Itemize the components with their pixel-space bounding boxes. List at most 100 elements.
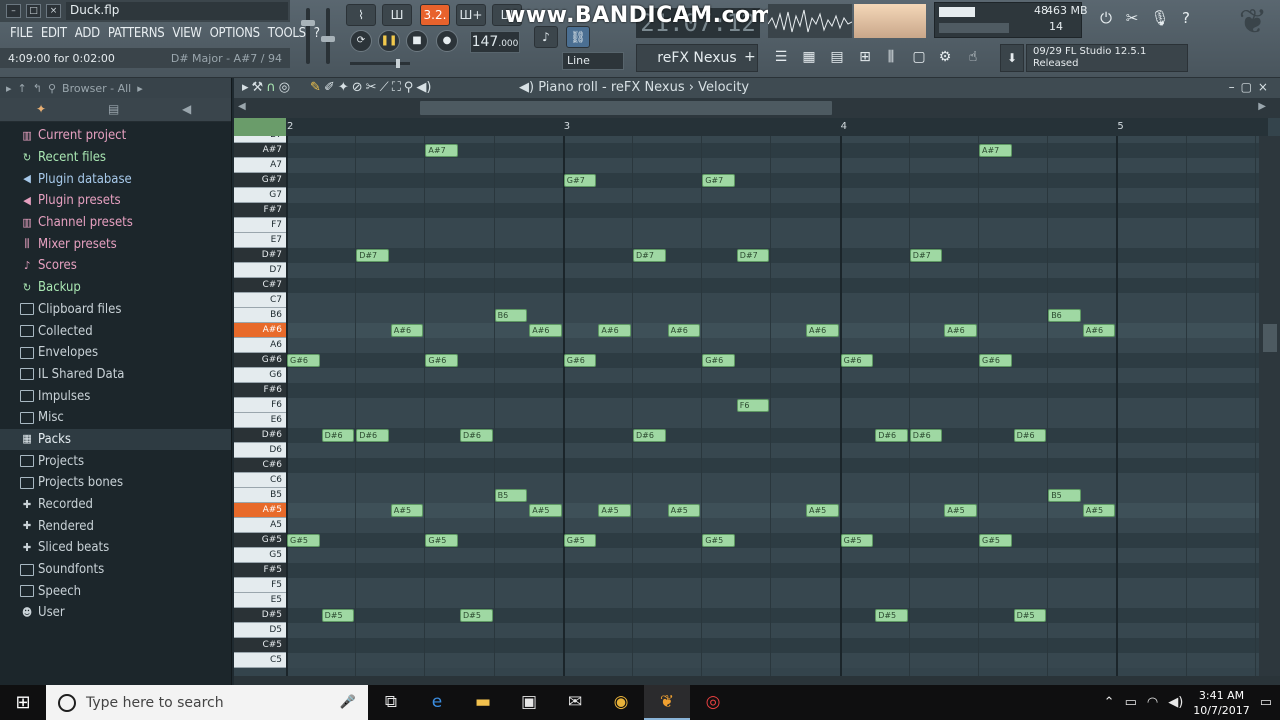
master-volume-slider[interactable]	[301, 8, 315, 64]
note[interactable]: A#5	[529, 504, 562, 517]
note[interactable]: D#5	[875, 609, 908, 622]
browser-item-rendered[interactable]: ✚ Rendered	[0, 515, 231, 537]
select-icon[interactable]: ⟋	[380, 80, 389, 95]
note[interactable]: A#5	[1082, 504, 1116, 517]
browser-item-il-shared-data[interactable]: IL Shared Data	[0, 364, 231, 386]
piano-roll-icon[interactable]: ▦	[798, 44, 820, 70]
scroll-thumb[interactable]	[420, 101, 832, 115]
undo-history-icon[interactable]: ⏻	[1094, 4, 1118, 32]
loop-icon[interactable]: ⟳	[350, 30, 372, 52]
file-explorer-icon[interactable]: ▬	[460, 685, 506, 720]
channel-selector[interactable]: reFX Nexus	[636, 44, 758, 72]
search-icon[interactable]: ⚲	[48, 82, 56, 95]
event-editor-divider[interactable]	[234, 676, 1280, 685]
piano-key-e5[interactable]: E5	[234, 593, 286, 608]
windows-start-icon[interactable]: ⊞	[0, 685, 46, 720]
piano-key-f5[interactable]: F5	[234, 578, 286, 593]
note[interactable]: D#6	[909, 429, 943, 442]
piano-key-d6[interactable]: D6	[234, 443, 286, 458]
mail-icon[interactable]: ✉	[552, 685, 598, 720]
mixer-icon[interactable]: ⫼	[880, 44, 902, 70]
taskbar-search[interactable]: Type here to search 🎤	[46, 685, 368, 720]
piano-key-a7[interactable]: A7	[234, 158, 286, 173]
note[interactable]: G#6	[840, 354, 874, 367]
browser-item-packs[interactable]: ▦ Packs	[0, 428, 231, 451]
browser-item-current-project[interactable]: ▥ Current project	[0, 125, 231, 147]
velocity-toggle[interactable]	[234, 118, 286, 136]
master-pitch-slider[interactable]	[321, 8, 335, 64]
pattern-song-toggle[interactable]: 3.2.	[420, 4, 450, 26]
piano-keys[interactable]: B7A#7A7G#7G7F#7F7E7D#7D7C#7C7B6A#6A6G#6G…	[234, 136, 286, 676]
piano-key-as7[interactable]: A#7	[234, 143, 286, 158]
timeline-ruler[interactable]: 2 3 4 5	[286, 118, 1268, 136]
piano-key-g7[interactable]: G7	[234, 188, 286, 203]
note[interactable]: A#6	[598, 324, 631, 337]
note[interactable]: A#7	[979, 144, 1012, 157]
piano-key-cs7[interactable]: C#7	[234, 278, 286, 293]
channel-rack-icon[interactable]: ▤	[826, 44, 848, 70]
brush-icon[interactable]: ✐	[324, 80, 335, 95]
note[interactable]: A#5	[944, 504, 977, 517]
note[interactable]: G#5	[563, 534, 597, 547]
speaker-icon[interactable]: ◀	[182, 102, 191, 116]
news-panel[interactable]: 09/29 FL Studio 12.5.1 Released	[1026, 44, 1188, 72]
touch-keyboard-icon[interactable]: ☝	[962, 44, 984, 70]
note[interactable]: A#6	[390, 324, 424, 337]
piano-key-a5[interactable]: A5	[234, 518, 286, 533]
note[interactable]: B5	[1048, 489, 1081, 502]
note[interactable]: A#6	[806, 324, 839, 337]
pause-button[interactable]: ❚❚	[378, 30, 400, 52]
zoom-rect-icon[interactable]: ⛶	[392, 80, 401, 95]
master-slider[interactable]	[350, 59, 410, 68]
microphone-icon[interactable]: 🎙	[1148, 4, 1172, 32]
note[interactable]: D#7	[909, 249, 943, 262]
note[interactable]: G#5	[979, 534, 1012, 547]
menu-patterns[interactable]: PATTERNS	[104, 26, 169, 41]
piano-key-fs7[interactable]: F#7	[234, 203, 286, 218]
note-grid[interactable]: A#7 A#7 G#7 G#7 D#7 D#7 D#7 D#7 B6 B6 A#6 A#6 A#6 A#6…	[286, 136, 1259, 676]
piano-key-as5[interactable]: A#5	[234, 503, 286, 518]
note[interactable]: D#5	[321, 609, 355, 622]
piano-key-g5[interactable]: G5	[234, 548, 286, 563]
browser-item-collected[interactable]: Collected	[0, 320, 231, 342]
channel-add-icon[interactable]: +	[744, 49, 756, 65]
metronome-icon[interactable]: ♪	[534, 26, 558, 48]
note[interactable]: D#7	[356, 249, 389, 262]
step-edit-icon[interactable]: Ш	[382, 4, 412, 26]
snap-select[interactable]: Line	[562, 52, 624, 70]
mute-icon[interactable]: ✦	[338, 80, 349, 95]
chrome-icon[interactable]: ◉	[598, 685, 644, 720]
piano-key-e6[interactable]: E6	[234, 413, 286, 428]
wrench-icon[interactable]: ⚒	[252, 80, 264, 95]
arrow-icon[interactable]: ▸	[6, 82, 12, 95]
stop-button[interactable]: ■	[406, 30, 428, 52]
close-button[interactable]: ×	[46, 4, 61, 18]
piano-key-cs5[interactable]: C#5	[234, 638, 286, 653]
pattern-icon[interactable]: ⊞	[854, 44, 876, 70]
play-arrow-icon[interactable]: ▸	[242, 80, 249, 95]
piano-key-fs5[interactable]: F#5	[234, 563, 286, 578]
playback-icon[interactable]: ◀)	[416, 80, 431, 95]
edge-icon[interactable]: e	[414, 685, 460, 720]
note[interactable]: D#5	[460, 609, 493, 622]
record-button[interactable]: ●	[436, 30, 458, 52]
note[interactable]: D#6	[460, 429, 493, 442]
cut-icon[interactable]: ✂	[1120, 4, 1144, 32]
browser-item-user[interactable]: ☻ User	[0, 602, 231, 624]
browser-item-misc[interactable]: Misc	[0, 407, 231, 429]
piano-key-fs6[interactable]: F#6	[234, 383, 286, 398]
menu-options[interactable]: OPTIONS	[206, 26, 264, 41]
magnet-icon[interactable]: ∩	[266, 80, 276, 95]
note[interactable]: G#6	[425, 354, 458, 367]
note[interactable]: D#7	[736, 249, 770, 262]
download-icon[interactable]: ⬇	[1000, 44, 1024, 72]
note[interactable]: D#6	[1013, 429, 1047, 442]
note[interactable]: B6	[494, 309, 528, 322]
piano-key-c6[interactable]: C6	[234, 473, 286, 488]
menu-edit[interactable]: EDIT	[37, 26, 71, 41]
browser-item-plugin-presets[interactable]: ◀ Plugin presets	[0, 190, 231, 212]
note[interactable]: A#5	[598, 504, 631, 517]
piano-key-g6[interactable]: G6	[234, 368, 286, 383]
note[interactable]: D#7	[633, 249, 666, 262]
scroll-right-icon[interactable]: ▶	[1258, 101, 1266, 112]
